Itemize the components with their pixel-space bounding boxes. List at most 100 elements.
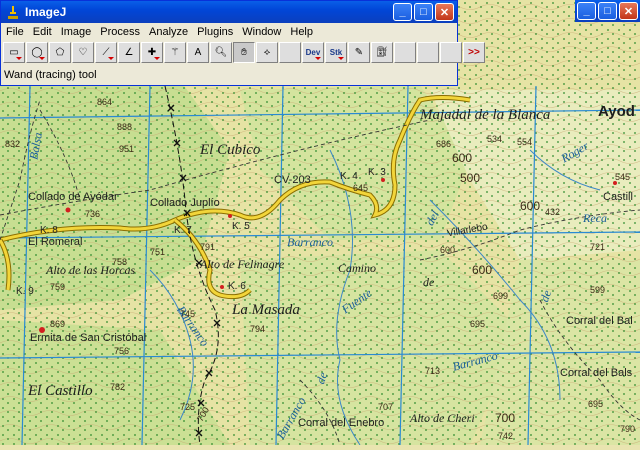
map-road-k8: K. 8 bbox=[40, 225, 58, 236]
map-water-barranco-1: Barranco bbox=[287, 235, 333, 249]
text-tool-button[interactable]: A bbox=[187, 42, 209, 63]
magnifier-tool-icon: 🔍︎ bbox=[214, 47, 228, 58]
map-road-k4: K. 4 bbox=[340, 171, 358, 182]
spot-height: 600 bbox=[472, 263, 493, 277]
window-controls: _ □ ✕ bbox=[393, 3, 454, 21]
spot-height: 700 bbox=[495, 411, 516, 425]
close-button[interactable]: ✕ bbox=[435, 3, 454, 21]
spot-height: 686 bbox=[436, 139, 452, 149]
spot-height: 545 bbox=[615, 172, 631, 182]
dev-tool-icon: Dev bbox=[305, 48, 321, 57]
menu-image[interactable]: Image bbox=[57, 26, 96, 38]
tool-bar: ▭ ◯ ⬠ ♡ ⟋ ∠ ✚ ⚚ A 🔍︎ ✋︎ ⟡ Dev Stk ✎ ⛽︎ >> bbox=[3, 42, 486, 64]
map-label-camino: Camino bbox=[338, 261, 377, 275]
blank-tool-slot-button[interactable] bbox=[417, 42, 439, 63]
map-label-ayodar: Ayod bbox=[598, 103, 635, 120]
map-road-k6: K. 6 bbox=[228, 281, 246, 292]
spot-height: 599 bbox=[590, 285, 606, 295]
spot-height: 600 bbox=[452, 151, 473, 165]
wand-tool-button[interactable]: ⚚ bbox=[164, 42, 186, 63]
close-icon: ✕ bbox=[623, 5, 634, 18]
line-tool-button[interactable]: ⟋ bbox=[95, 42, 117, 63]
map-label-el-romeral: El Romeral bbox=[28, 236, 83, 248]
menu-plugins[interactable]: Plugins bbox=[193, 26, 237, 38]
dev-tool-button[interactable]: Dev bbox=[302, 42, 324, 63]
rectangle-tool-icon: ▭ bbox=[9, 47, 19, 58]
text-tool-icon: A bbox=[194, 47, 202, 58]
spot-height: 758 bbox=[112, 257, 128, 267]
rectangle-tool-button[interactable]: ▭ bbox=[3, 42, 25, 63]
point-tool-button[interactable]: ✚ bbox=[141, 42, 163, 63]
maximize-button[interactable]: □ bbox=[598, 2, 617, 20]
spot-height: 745 bbox=[180, 309, 196, 319]
map-label-corral-del-bal: Corral del Bal bbox=[566, 315, 633, 327]
freehand-tool-button[interactable]: ♡ bbox=[72, 42, 94, 63]
maximize-icon: □ bbox=[604, 5, 611, 17]
stk-tool-button[interactable]: Stk bbox=[325, 42, 347, 63]
dropper-tool-button[interactable]: ⟡ bbox=[256, 42, 278, 63]
map-water-reca: Reca bbox=[583, 211, 607, 225]
menu-window[interactable]: Window bbox=[238, 26, 285, 38]
more-tools-button[interactable]: >> bbox=[463, 42, 485, 63]
close-icon: ✕ bbox=[439, 6, 450, 19]
blank-tool-slot-button[interactable] bbox=[394, 42, 416, 63]
spot-height: 736 bbox=[85, 209, 101, 219]
maximize-button[interactable]: □ bbox=[414, 3, 433, 21]
menu-file[interactable]: File bbox=[2, 26, 28, 38]
map-label-majadal-de-la-blanca: Majadal de la Blanca bbox=[420, 107, 551, 123]
spot-height: 832 bbox=[5, 139, 21, 149]
map-road-k5: K. 5 bbox=[232, 221, 250, 232]
imagej-window: ImageJ _ □ ✕ File Edit Image Process Ana… bbox=[0, 0, 485, 86]
brush-tool-button[interactable]: ✎ bbox=[348, 42, 370, 63]
brush-tool-icon: ✎ bbox=[354, 47, 364, 58]
magnifier-tool-button[interactable]: 🔍︎ bbox=[210, 42, 232, 63]
imagej-titlebar[interactable]: ImageJ _ □ ✕ bbox=[1, 1, 457, 23]
map-road-k9: K. 9 bbox=[16, 286, 34, 297]
spot-height: 432 bbox=[545, 207, 561, 217]
polygon-tool-button[interactable]: ⬠ bbox=[49, 42, 71, 63]
line-tool-icon: ⟋ bbox=[102, 47, 110, 58]
minimize-button[interactable]: _ bbox=[393, 3, 412, 21]
flood-fill-tool-button[interactable]: ⛽︎ bbox=[371, 42, 393, 63]
spot-height: 869 bbox=[50, 319, 66, 329]
menu-help[interactable]: Help bbox=[286, 26, 317, 38]
map-label-collado-juplio: Collado Juplío bbox=[150, 197, 220, 209]
angle-tool-button[interactable]: ∠ bbox=[118, 42, 140, 63]
spot-height: 645 bbox=[353, 183, 369, 193]
wand-tool-icon: ⚚ bbox=[170, 47, 180, 58]
image-window-titlebar[interactable]: _ □ ✕ bbox=[575, 0, 640, 22]
spot-height: 554 bbox=[517, 137, 533, 147]
menu-analyze[interactable]: Analyze bbox=[145, 26, 192, 38]
spot-height: 756 bbox=[114, 346, 130, 356]
spot-height: 725 bbox=[180, 402, 196, 412]
status-bar: Wand (tracing) tool bbox=[1, 65, 457, 85]
menu-edit[interactable]: Edit bbox=[29, 26, 56, 38]
minimize-icon: _ bbox=[399, 6, 406, 18]
oval-tool-button[interactable]: ◯ bbox=[26, 42, 48, 63]
spot-height: 864 bbox=[97, 97, 113, 107]
spot-height: 759 bbox=[50, 282, 66, 292]
microscope-icon[interactable] bbox=[6, 5, 20, 19]
blank-tool-slot-button[interactable] bbox=[279, 42, 301, 63]
map-road-k3: K. 3 bbox=[368, 167, 386, 178]
dropper-tool-icon: ⟡ bbox=[263, 47, 271, 58]
image-window-controls: _ □ ✕ bbox=[577, 2, 638, 20]
window-title: ImageJ bbox=[25, 5, 67, 19]
map-label-corral-del-enebro: Corral del Enebro bbox=[298, 417, 385, 429]
maximize-icon: □ bbox=[420, 6, 427, 18]
spot-height: 790 bbox=[620, 424, 636, 434]
map-label-el-cubico: El Cubico bbox=[200, 142, 261, 158]
close-button[interactable]: ✕ bbox=[619, 2, 638, 20]
spot-height: 713 bbox=[425, 366, 441, 376]
blank-tool-slot-button[interactable] bbox=[440, 42, 462, 63]
oval-tool-icon: ◯ bbox=[31, 47, 43, 58]
minimize-button[interactable]: _ bbox=[577, 2, 596, 20]
angle-tool-icon: ∠ bbox=[124, 47, 134, 58]
hand-tool-button[interactable]: ✋︎ bbox=[233, 42, 255, 63]
status-text: Wand (tracing) tool bbox=[4, 69, 97, 81]
menu-process[interactable]: Process bbox=[96, 26, 144, 38]
map-label-collado-de-ayodar: Collado de Ayódar bbox=[28, 191, 118, 203]
map-label-de: de bbox=[423, 275, 435, 289]
spot-height: 695 bbox=[470, 319, 486, 329]
spot-height: 791 bbox=[200, 242, 216, 252]
